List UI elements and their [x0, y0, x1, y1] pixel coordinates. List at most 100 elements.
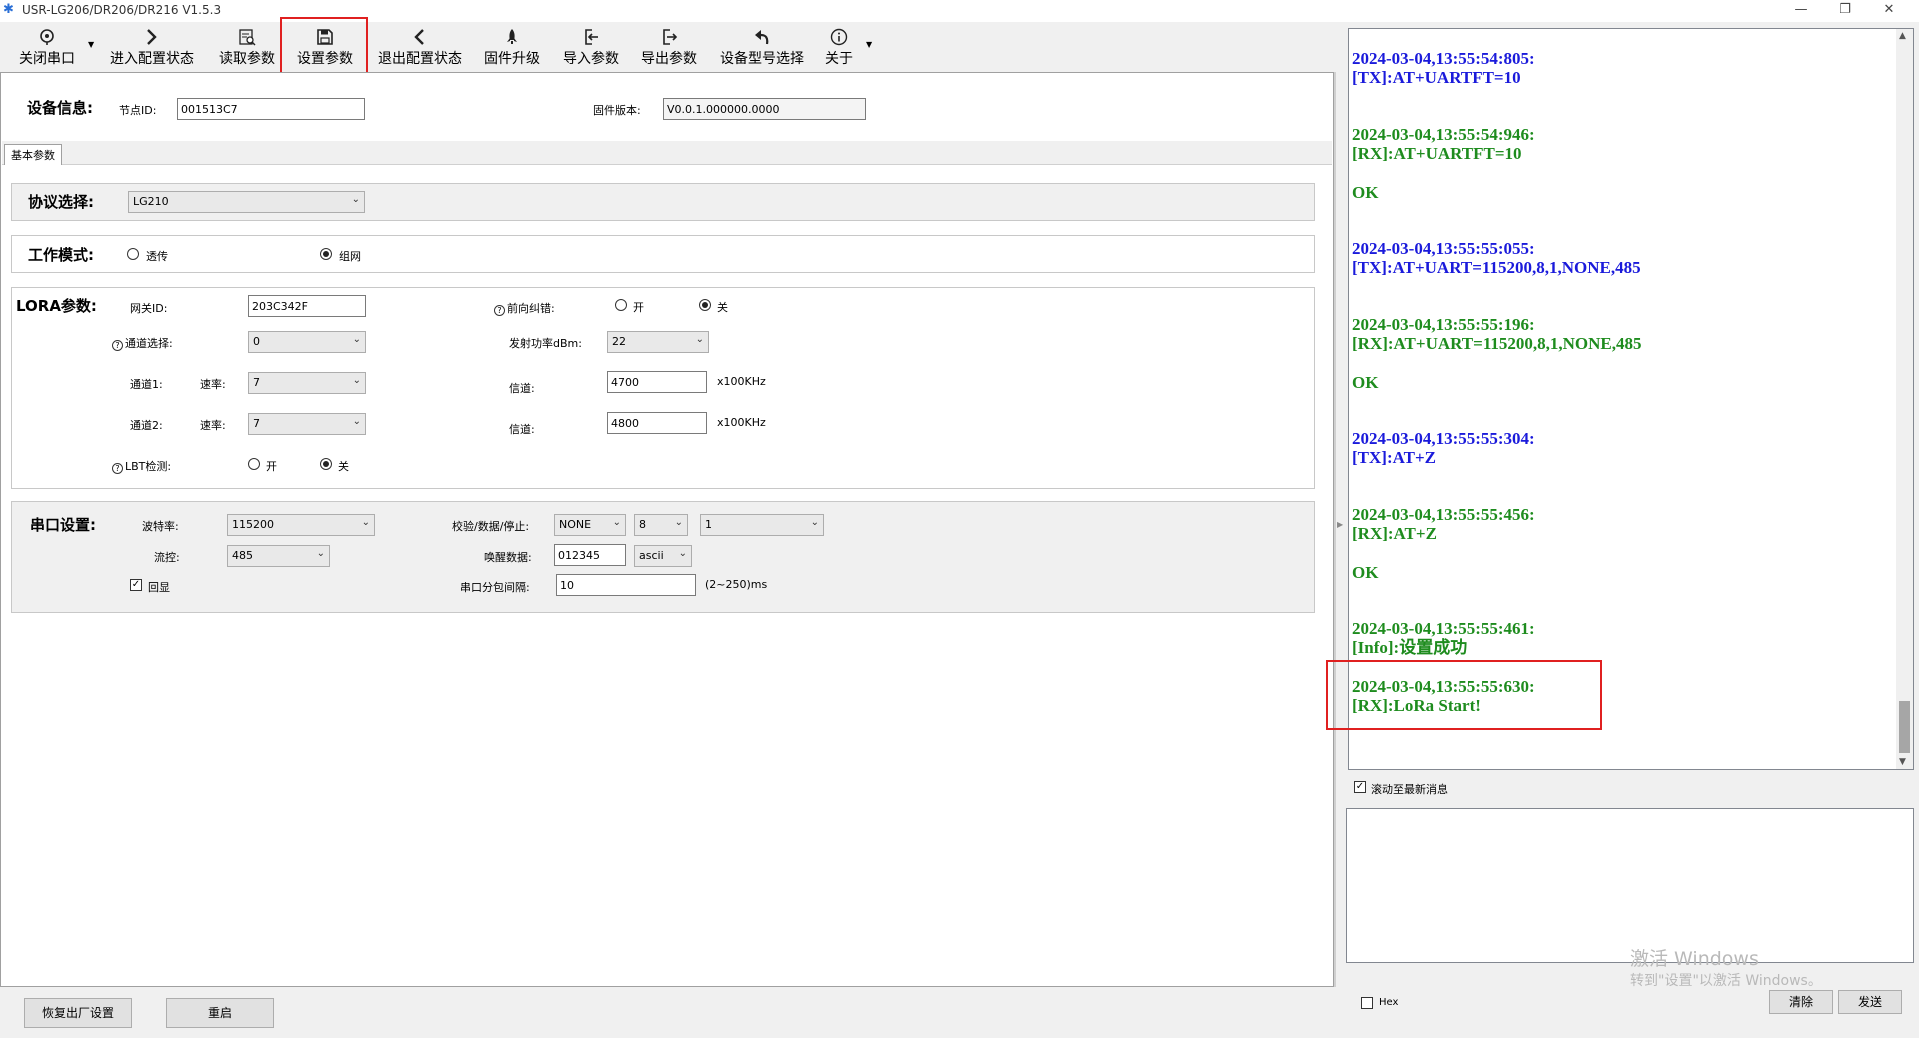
window-title: USR-LG206/DR206/DR216 V1.5.3 — [22, 3, 222, 17]
scroll-down-icon[interactable]: ▼ — [1899, 757, 1906, 767]
tx-power-select[interactable]: 22 ⌄ — [607, 331, 709, 353]
log-entry: OK — [1352, 183, 1378, 202]
highlight-lora-start — [1326, 660, 1602, 730]
interval-field[interactable] — [556, 574, 696, 596]
restart-button[interactable]: 重启 — [166, 998, 274, 1028]
panel-edge — [1334, 72, 1336, 987]
ch2-channel-field[interactable] — [607, 412, 707, 434]
help-icon[interactable]: ? — [494, 305, 505, 316]
close-port-icon — [12, 24, 82, 48]
flow-label: 流控: — [154, 551, 180, 564]
fec-on-radio[interactable] — [615, 299, 627, 311]
echo-label: 回显 — [148, 581, 170, 594]
app-icon: ✱ — [3, 2, 14, 17]
mode-network-label: 组网 — [339, 250, 361, 263]
scroll-latest-checkbox[interactable]: ✓ — [1354, 781, 1366, 793]
node-id-field[interactable] — [177, 98, 365, 120]
log-message: OK — [1352, 183, 1379, 202]
work-mode-title: 工作模式: — [28, 246, 94, 264]
lbt-on-label: 开 — [266, 460, 277, 473]
close-port-dropdown-icon[interactable]: ▼ — [88, 40, 94, 49]
log-panel[interactable]: 2024-03-04,13:55:54:805: [TX]:AT+UARTFT=1… — [1348, 28, 1914, 770]
chevron-down-icon: ⌄ — [352, 375, 361, 386]
splitter-handle[interactable]: ▶ — [1337, 520, 1343, 529]
stop-bits-select[interactable]: 1 ⌄ — [700, 514, 824, 536]
hex-label: Hex — [1379, 997, 1399, 1008]
lora-group: LORA参数: 网关ID: ?前向纠错: 开 关 ?通道选择: 0⌄ 发射功率d… — [11, 287, 1315, 489]
ch2-label: 通道2: — [130, 419, 163, 432]
info-icon — [816, 24, 862, 48]
read-params-icon — [212, 24, 282, 48]
chevron-right-icon — [102, 24, 202, 48]
log-entry: 2024-03-04,13:55:54:805: [TX]:AT+UARTFT=1… — [1352, 49, 1535, 87]
lbt-off-radio[interactable] — [320, 458, 332, 470]
chevron-down-icon: ⌄ — [352, 416, 361, 427]
log-message: [RX]:AT+UART=115200,8,1,NONE,485 — [1352, 334, 1642, 353]
log-scrollbar[interactable]: ▲ ▼ — [1896, 29, 1913, 769]
import-params-button[interactable]: 导入参数 — [556, 22, 626, 70]
data-bits-select[interactable]: 8 ⌄ — [634, 514, 688, 536]
parity-select[interactable]: NONE ⌄ — [554, 514, 626, 536]
exit-config-button[interactable]: 退出配置状态 — [370, 22, 470, 70]
protocol-select[interactable]: LG210 ⌄ — [128, 191, 365, 213]
log-entry: 2024-03-04,13:55:55:196: [RX]:AT+UART=115… — [1352, 315, 1642, 353]
chevron-down-icon: ⌄ — [361, 517, 370, 528]
node-id-label: 节点ID: — [119, 104, 157, 117]
ch2-rate-label: 速率: — [200, 419, 226, 432]
close-port-button[interactable]: 关闭串口 — [12, 22, 82, 70]
read-params-button[interactable]: 读取参数 — [212, 22, 282, 70]
hex-checkbox[interactable] — [1361, 997, 1373, 1009]
tab-basic-params[interactable]: 基本参数 — [4, 144, 62, 165]
mode-network-radio[interactable] — [320, 248, 332, 260]
about-dropdown-icon[interactable]: ▼ — [866, 40, 872, 49]
wake-data-field[interactable] — [554, 544, 626, 566]
about-button[interactable]: 关于 — [816, 22, 862, 70]
mode-transparent-radio[interactable] — [127, 248, 139, 260]
send-input[interactable] — [1346, 808, 1914, 963]
chevron-down-icon: ⌄ — [810, 517, 819, 528]
fec-label: ? 前向纠错: — [494, 300, 555, 316]
fec-on-label: 开 — [633, 301, 644, 314]
channel-select[interactable]: 0 ⌄ — [248, 331, 366, 353]
minimize-button[interactable]: — — [1779, 0, 1823, 22]
flow-select[interactable]: 485 ⌄ — [227, 545, 330, 567]
serial-group: 串口设置: 波特率: 115200 ⌄ 流控: 485 ⌄ ✓ 回显 校验/数据/停… — [11, 501, 1315, 613]
ch1-rate-select[interactable]: 7 ⌄ — [248, 372, 366, 394]
ch2-rate-select[interactable]: 7 ⌄ — [248, 413, 366, 435]
scroll-thumb[interactable] — [1899, 701, 1910, 753]
baud-select[interactable]: 115200 ⌄ — [227, 514, 375, 536]
log-timestamp: 2024-03-04,13:55:55:196: — [1352, 315, 1535, 334]
ch1-rate-label: 速率: — [200, 378, 226, 391]
log-entry: 2024-03-04,13:55:54:946: [RX]:AT+UARTFT=1… — [1352, 125, 1535, 163]
help-icon[interactable]: ? — [112, 340, 123, 351]
baud-label: 波特率: — [142, 520, 179, 533]
ch1-channel-field[interactable] — [607, 371, 707, 393]
lora-title: LORA参数: — [16, 297, 97, 315]
lbt-on-radio[interactable] — [248, 458, 260, 470]
bottom-bar: 恢复出厂设置 重启 — [0, 990, 1340, 1038]
fec-off-radio[interactable] — [699, 299, 711, 311]
fw-version-field[interactable] — [663, 98, 866, 120]
help-icon[interactable]: ? — [112, 463, 123, 474]
lbt-off-label: 关 — [338, 460, 349, 473]
factory-reset-button[interactable]: 恢复出厂设置 — [24, 998, 132, 1028]
model-select-button[interactable]: 设备型号选择 — [712, 22, 812, 70]
send-button[interactable]: 发送 — [1838, 990, 1902, 1014]
chevron-down-icon: ⌄ — [352, 334, 361, 345]
tx-power-label: 发射功率dBm: — [509, 337, 582, 350]
close-window-button[interactable]: ✕ — [1867, 0, 1911, 22]
export-params-button[interactable]: 导出参数 — [634, 22, 704, 70]
chevron-down-icon: ⌄ — [695, 334, 704, 345]
firmware-upgrade-button[interactable]: 固件升级 — [477, 22, 547, 70]
import-icon — [556, 24, 626, 48]
echo-checkbox[interactable]: ✓ — [130, 579, 142, 591]
serial-title: 串口设置: — [30, 516, 96, 534]
enter-config-button[interactable]: 进入配置状态 — [102, 22, 202, 70]
clear-button[interactable]: 清除 — [1769, 990, 1833, 1014]
wake-format-select[interactable]: ascii ⌄ — [634, 545, 692, 567]
scroll-up-icon[interactable]: ▲ — [1899, 31, 1906, 41]
gateway-id-field[interactable] — [248, 295, 366, 317]
log-entry: 2024-03-04,13:55:55:055: [TX]:AT+UART=115… — [1352, 239, 1641, 277]
restore-button[interactable]: ❐ — [1823, 0, 1867, 22]
log-entry: 2024-03-04,13:55:55:304: [TX]:AT+Z — [1352, 429, 1535, 467]
